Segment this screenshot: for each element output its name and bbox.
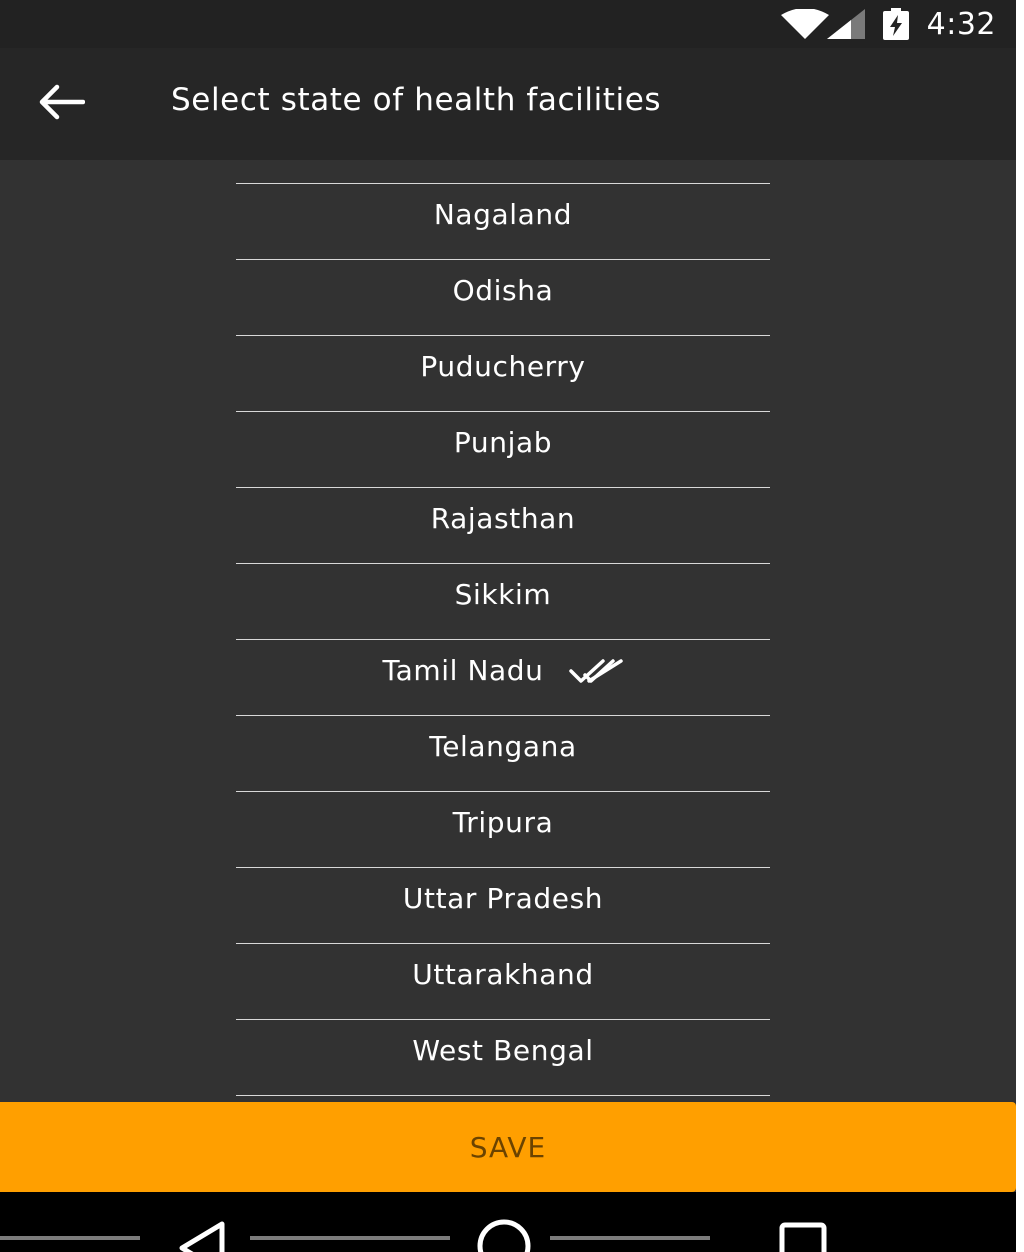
home-circle-icon [472, 1219, 536, 1252]
state-list-item[interactable]: Tamil Nadu [236, 639, 770, 715]
double-check-icon [569, 657, 624, 685]
state-list-item[interactable]: Sikkim [236, 563, 770, 639]
state-label: Uttarakhand [412, 958, 594, 991]
state-label: Tripura [452, 806, 554, 839]
nav-home-button[interactable] [472, 1218, 536, 1252]
battery-charging-icon [882, 8, 909, 40]
back-triangle-icon [160, 1221, 240, 1252]
status-bar: 4:32 [0, 0, 1016, 48]
state-list-item[interactable]: Puducherry [236, 335, 770, 411]
cellular-signal-icon [826, 9, 865, 39]
state-list-item[interactable]: Rajasthan [236, 487, 770, 563]
state-list-item[interactable]: Uttar Pradesh [236, 867, 770, 943]
state-label: Nagaland [433, 198, 573, 231]
state-label: Rajasthan [430, 502, 576, 535]
status-time: 4:32 [926, 6, 996, 42]
nav-mid-artifact [250, 1236, 450, 1240]
app-screen: 4:32 Select state of health facilities N… [0, 0, 1016, 1252]
state-list-item[interactable]: West Bengal [236, 1019, 770, 1096]
state-label: Punjab [453, 426, 553, 459]
nav-right-artifact [550, 1236, 710, 1240]
recents-square-icon [774, 1222, 834, 1252]
state-label: Odisha [452, 274, 554, 307]
system-nav-bar [0, 1192, 1016, 1252]
state-label: Uttar Pradesh [402, 882, 604, 915]
nav-back-button[interactable] [160, 1218, 240, 1252]
state-list-item[interactable]: Odisha [236, 259, 770, 335]
state-list-item[interactable]: Nagaland [236, 183, 770, 259]
state-list[interactable]: Nagaland Odisha Puducherry Punjab Rajasthan S… [236, 183, 770, 1103]
status-icons: 4:32 [780, 6, 996, 42]
screen-edge [1016, 0, 1024, 1252]
state-label: Tamil Nadu [382, 654, 544, 687]
state-label: Telangana [429, 730, 577, 763]
state-label: West Bengal [412, 1034, 594, 1067]
state-list-item[interactable]: Telangana [236, 715, 770, 791]
save-button-label: SAVE [469, 1130, 547, 1164]
page-title: Select state of health facilities [171, 82, 662, 118]
state-list-item[interactable]: Uttarakhand [236, 943, 770, 1019]
state-list-item[interactable]: Punjab [236, 411, 770, 487]
state-list-item[interactable]: Tripura [236, 791, 770, 867]
nav-left-artifact [0, 1236, 140, 1240]
save-button[interactable]: SAVE [0, 1102, 1016, 1192]
arrow-left-icon [39, 84, 86, 124]
wifi-icon [780, 9, 829, 39]
state-label: Sikkim [454, 578, 552, 611]
state-label: Puducherry [420, 350, 586, 383]
nav-recents-button[interactable] [774, 1222, 834, 1252]
app-toolbar: Select state of health facilities [0, 48, 1016, 160]
back-button[interactable] [22, 66, 102, 142]
